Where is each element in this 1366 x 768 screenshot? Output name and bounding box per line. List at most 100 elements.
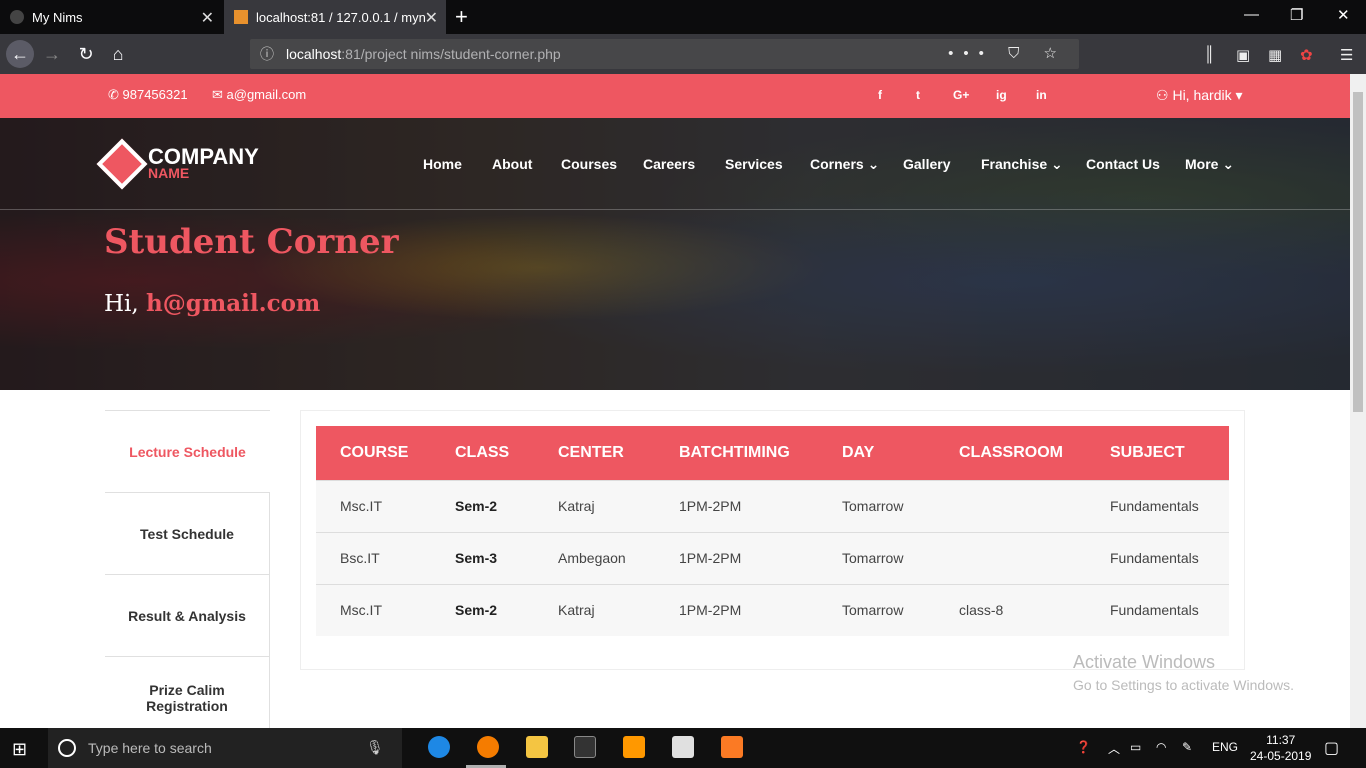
tab-close-icon[interactable]: ✕ [425, 8, 438, 28]
hero-greeting: Hi, h@gmail.com [104, 290, 320, 317]
extension-icon[interactable]: ▦ [1268, 46, 1282, 64]
company-logo[interactable]: COMPANY NAME [96, 138, 259, 190]
google-plus-icon[interactable]: G+ [953, 88, 969, 102]
user-menu[interactable]: ⚇ Hi, hardik ▾ [1156, 87, 1243, 104]
user-icon: ⚇ [1156, 87, 1173, 103]
language-indicator[interactable]: ENG [1212, 740, 1238, 754]
greeting-text: Hi, [104, 291, 139, 317]
contact-phone[interactable]: ✆ 987456321 [108, 87, 188, 103]
sidebar-item-lecture-schedule[interactable]: Lecture Schedule [105, 410, 270, 492]
logo-line1: COMPANY [148, 144, 259, 169]
sidebar-item-result-analysis[interactable]: Result & Analysis [105, 574, 270, 656]
terminal-icon[interactable] [574, 736, 596, 758]
browser-tab-bar: My Nims ✕ localhost:81 / 127.0.0.1 / myn… [0, 0, 1366, 34]
nav-corners[interactable]: Corners ⌄ [810, 156, 879, 173]
logo-mark-icon [96, 138, 148, 190]
new-tab-icon[interactable]: + [455, 4, 468, 30]
url-bar[interactable]: ⓘ localhost:81/project nims/student-corn… [250, 39, 1079, 69]
activate-windows-watermark: Activate Windows Go to Settings to activ… [1073, 652, 1294, 693]
instagram-icon[interactable]: ig [996, 88, 1007, 102]
greeting-email: h@gmail.com [146, 290, 321, 317]
scrollbar-thumb[interactable] [1353, 92, 1363, 412]
nav-courses[interactable]: Courses [561, 156, 617, 172]
nav-home[interactable]: Home [423, 156, 462, 172]
firefox-icon[interactable] [477, 736, 499, 758]
sidebar-item-test-schedule[interactable]: Test Schedule [105, 492, 270, 574]
cell-day: Tomarrow [818, 583, 935, 636]
twitter-icon[interactable]: t [916, 88, 920, 102]
logo-line2: NAME [148, 165, 190, 181]
cell-batchtiming: 1PM-2PM [655, 583, 818, 636]
envelope-icon: ✉ [212, 87, 227, 102]
tab-close-icon[interactable]: ✕ [201, 8, 214, 28]
nav-about[interactable]: About [492, 156, 532, 172]
battery-icon[interactable]: ▭ [1130, 740, 1141, 754]
nav-franchise[interactable]: Franchise ⌄ [981, 156, 1063, 173]
hero-banner: COMPANY NAME Home About Courses Careers … [0, 118, 1350, 390]
nav-more[interactable]: More ⌄ [1185, 156, 1234, 173]
facebook-icon[interactable]: f [878, 88, 882, 102]
wifi-icon[interactable]: ◠ [1156, 740, 1166, 754]
taskbar-search[interactable]: Type here to search 🎙 [48, 728, 402, 768]
cell-batchtiming: 1PM-2PM [655, 531, 818, 584]
taskbar-clock[interactable]: 11:37 24-05-2019 [1250, 732, 1311, 764]
nav-gallery[interactable]: Gallery [903, 156, 950, 172]
file-explorer-icon[interactable] [526, 736, 548, 758]
cell-center: Ambegaon [534, 531, 655, 584]
cell-course: Bsc.IT [316, 531, 431, 584]
cell-center: Katraj [534, 583, 655, 636]
page-scrollbar[interactable] [1350, 74, 1366, 728]
xampp-icon[interactable] [721, 736, 743, 758]
cell-class: Sem-2 [431, 479, 534, 532]
tab-favicon-icon [10, 10, 24, 24]
restore-icon[interactable]: ❐ [1290, 6, 1303, 24]
chevron-down-icon: ▾ [1231, 87, 1243, 103]
reload-icon[interactable]: ↻ [72, 40, 100, 68]
search-placeholder: Type here to search [88, 740, 212, 756]
sidebar-toggle-icon[interactable]: ▣ [1236, 46, 1250, 64]
clock-date: 24-05-2019 [1250, 749, 1312, 763]
sidebar-item-prize-registration[interactable]: Prize Calim Registration [105, 656, 270, 738]
page-actions-icon[interactable]: ••• [948, 45, 994, 62]
nav-services[interactable]: Services [725, 156, 783, 172]
cell-subject: Fundamentals [1086, 479, 1229, 532]
help-icon[interactable]: ❓ [1076, 740, 1091, 754]
pen-icon[interactable]: ✎ [1182, 740, 1192, 754]
url-path: :81/project nims/student-corner.php [341, 46, 561, 62]
hero-divider [0, 209, 1350, 210]
python-icon[interactable] [672, 736, 694, 758]
linkedin-icon[interactable]: in [1036, 88, 1047, 102]
phone-number: 987456321 [122, 87, 188, 102]
home-icon[interactable]: ⌂ [104, 40, 132, 68]
minimize-icon[interactable]: — [1244, 6, 1259, 23]
color-extension-icon[interactable]: ✿ [1300, 46, 1313, 64]
cell-class: Sem-3 [431, 531, 534, 584]
notification-icon[interactable]: ▢ [1324, 738, 1339, 758]
sublime-icon[interactable] [623, 736, 645, 758]
bookmark-star-icon[interactable]: ☆ [1044, 45, 1067, 62]
table-header-row: COURSE CLASS CENTER BATCHTIMING DAY CLAS… [316, 426, 1229, 480]
tray-chevron-icon[interactable]: ︿ [1108, 740, 1120, 757]
cortana-icon [58, 739, 76, 757]
cell-day: Tomarrow [818, 479, 935, 532]
contact-email[interactable]: ✉ a@gmail.com [212, 87, 306, 103]
window-close-icon[interactable]: ✕ [1337, 6, 1350, 24]
library-icon[interactable]: ║ [1204, 46, 1215, 63]
menu-icon[interactable]: ☰ [1340, 46, 1353, 64]
forward-icon[interactable]: → [38, 40, 66, 68]
back-icon[interactable]: ← [6, 40, 34, 68]
microphone-icon[interactable]: 🎙 [366, 739, 384, 756]
nav-contact-us[interactable]: Contact Us [1086, 156, 1160, 172]
url-host: localhost [286, 46, 342, 62]
col-class: CLASS [455, 443, 510, 461]
tab-favicon-icon [234, 10, 248, 24]
site-info-icon[interactable]: ⓘ [260, 44, 274, 64]
windows-start-icon[interactable]: ⊞ [12, 739, 27, 760]
col-classroom: CLASSROOM [959, 443, 1063, 461]
pocket-icon[interactable]: ⛉ [1008, 45, 1029, 62]
edge-icon[interactable] [428, 736, 450, 758]
nav-careers[interactable]: Careers [643, 156, 695, 172]
browser-tab-phpmyadmin[interactable]: localhost:81 / 127.0.0.1 / mynim ✕ [224, 0, 446, 34]
cell-center: Katraj [534, 479, 655, 532]
browser-tab-my-nims[interactable]: My Nims ✕ [0, 0, 222, 34]
